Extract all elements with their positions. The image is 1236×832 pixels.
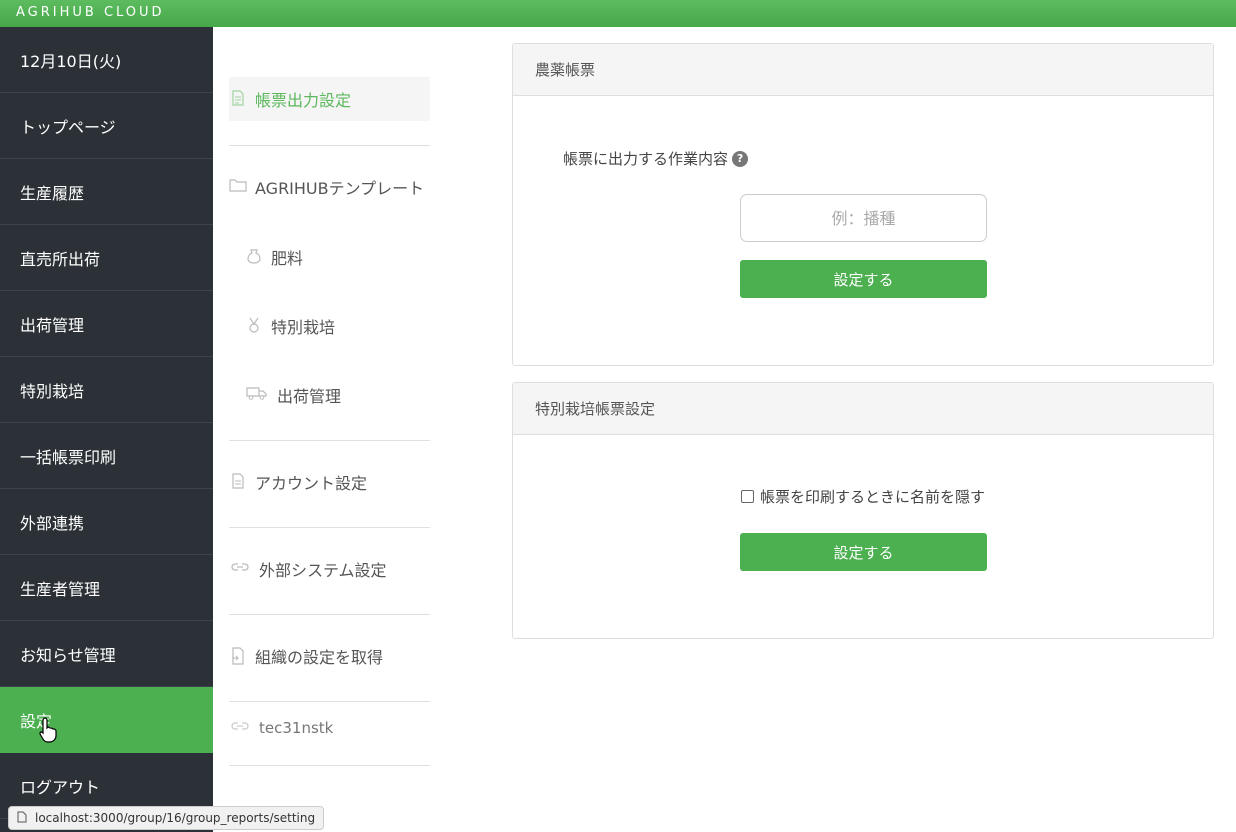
special-cultivation-report-card: 特別栽培帳票設定 帳票を印刷するときに名前を隠す 設定する: [512, 382, 1214, 639]
subnav-report-settings[interactable]: 帳票出力設定: [229, 77, 430, 121]
save-special-button[interactable]: 設定する: [740, 533, 987, 571]
page-icon: [17, 811, 29, 826]
status-url: localhost:3000/group/16/group_reports/se…: [35, 811, 316, 825]
subnav-label: 出荷管理: [277, 387, 342, 406]
browser-status-bar: localhost:3000/group/16/group_reports/se…: [8, 806, 325, 830]
sidebar-item-notice-management[interactable]: お知らせ管理: [0, 621, 213, 687]
sidebar-item-label: トップページ: [20, 117, 116, 137]
sidebar-item-label: 一括帳票印刷: [20, 447, 117, 467]
link-icon: [229, 719, 251, 737]
fertilizer-bag-icon: [245, 248, 263, 266]
hide-name-option[interactable]: 帳票を印刷するときに名前を隠す: [513, 486, 1213, 507]
sidebar-item-label: 12月10日(火): [20, 51, 122, 71]
sidebar-item-production-history[interactable]: 生産履歴: [0, 159, 213, 225]
sidebar-item-label: 生産者管理: [20, 579, 101, 599]
sidebar-item-label: ログアウト: [20, 777, 101, 797]
card-title: 農薬帳票: [513, 44, 1213, 96]
sidebar-item-special-cultivation[interactable]: 特別栽培: [0, 357, 213, 423]
subnav-label: 外部システム設定: [259, 561, 387, 580]
truck-icon: [245, 386, 269, 404]
card-title: 特別栽培帳票設定: [513, 383, 1213, 435]
subnav-label: 肥料: [271, 249, 304, 268]
folder-icon: [229, 178, 247, 196]
subnav-account-id[interactable]: tec31nstk: [229, 719, 430, 737]
work-content-input[interactable]: [740, 194, 987, 242]
divider: [229, 527, 430, 528]
sidebar-item-label: 特別栽培: [20, 381, 85, 401]
link-icon: [229, 560, 251, 578]
sidebar-item-label: 出荷管理: [20, 315, 85, 335]
subnav-fertilizer[interactable]: 肥料: [245, 245, 446, 269]
subnav-special-cultivation[interactable]: 特別栽培: [245, 314, 446, 338]
divider: [229, 614, 430, 615]
work-content-label: 帳票に出力する作業内容 ?: [563, 148, 749, 169]
sidebar-item-top-page[interactable]: トップページ: [0, 93, 213, 159]
subnav-label: AGRIHUBテンプレート: [255, 179, 425, 198]
divider: [229, 765, 430, 766]
medal-icon: [245, 317, 263, 335]
subnav-account[interactable]: アカウント設定: [229, 470, 430, 494]
file-import-icon: [229, 647, 247, 665]
sidebar-item-settings[interactable]: 設定: [0, 687, 213, 753]
subnav-shipping[interactable]: 出荷管理: [245, 383, 446, 407]
sidebar-item-date[interactable]: 12月10日(火): [0, 27, 213, 93]
subnav-label: 帳票出力設定: [255, 91, 352, 110]
subnav-label: アカウント設定: [255, 474, 368, 493]
document-icon: [229, 90, 247, 108]
pesticide-report-card: 農薬帳票 帳票に出力する作業内容 ? 設定する: [512, 43, 1214, 366]
hide-name-checkbox[interactable]: [740, 490, 754, 503]
subnav-external-system[interactable]: 外部システム設定: [229, 557, 430, 581]
subnav-org-settings[interactable]: 組織の設定を取得: [229, 644, 430, 668]
sidebar-item-label: 外部連携: [20, 513, 85, 533]
sidebar-item-label: お知らせ管理: [20, 645, 116, 665]
save-pesticide-button[interactable]: 設定する: [740, 260, 987, 298]
sidebar-item-external-link[interactable]: 外部連携: [0, 489, 213, 555]
sidebar-item-bulk-print[interactable]: 一括帳票印刷: [0, 423, 213, 489]
sidebar-item-shipping[interactable]: 出荷管理: [0, 291, 213, 357]
divider: [229, 440, 430, 441]
sidebar-item-producer-management[interactable]: 生産者管理: [0, 555, 213, 621]
help-icon[interactable]: ?: [732, 150, 749, 167]
top-bar: AGRIHUB CLOUD: [0, 0, 1236, 27]
subnav-label: 組織の設定を取得: [255, 648, 384, 667]
checkbox-label: 帳票を印刷するときに名前を隠す: [759, 488, 985, 506]
subnav-template[interactable]: AGRIHUBテンプレート: [229, 175, 430, 199]
sidebar: 12月10日(火) トップページ 生産履歴 直売所出荷 出荷管理 特別栽培 一括…: [0, 27, 213, 832]
document-icon: [229, 473, 247, 491]
sidebar-item-direct-sales[interactable]: 直売所出荷: [0, 225, 213, 291]
subnav-label: tec31nstk: [259, 719, 334, 737]
field-label-text: 帳票に出力する作業内容: [563, 150, 729, 168]
sidebar-item-label: 直売所出荷: [20, 249, 101, 269]
subnav-label: 特別栽培: [271, 318, 336, 337]
divider: [229, 145, 430, 146]
sidebar-item-label: 生産履歴: [20, 183, 85, 203]
brand-logo: AGRIHUB CLOUD: [16, 5, 165, 20]
divider: [229, 701, 430, 702]
hand-cursor-icon: [38, 716, 60, 744]
